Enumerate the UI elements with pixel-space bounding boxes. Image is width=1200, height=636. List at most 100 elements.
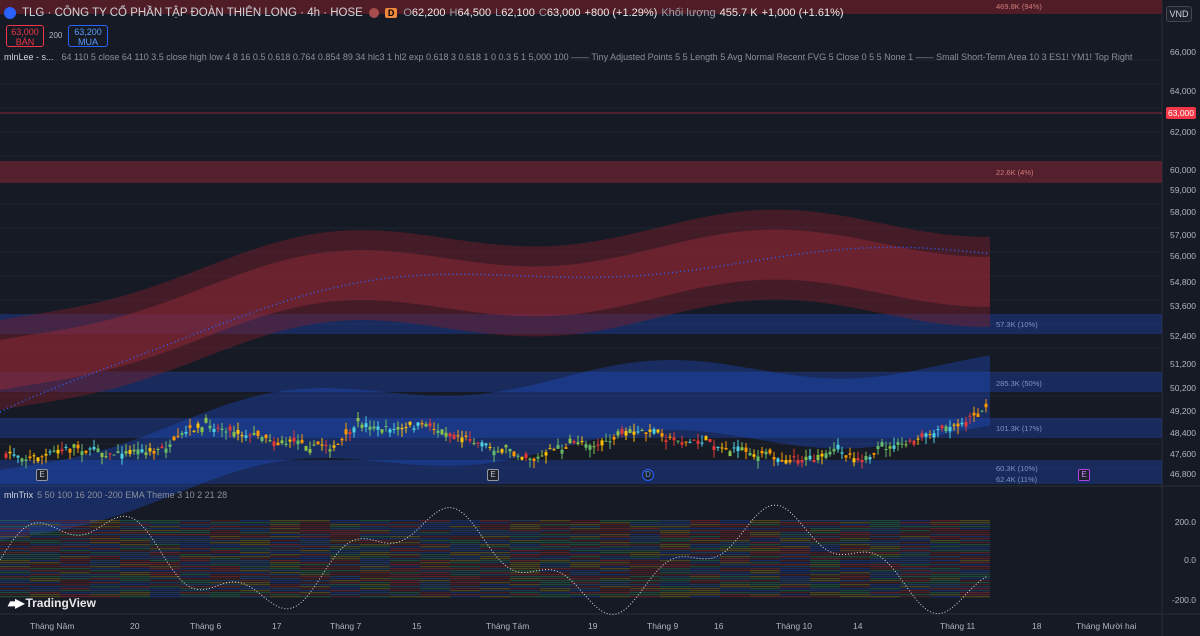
- trix-heat-cell: [0, 558, 30, 560]
- candle-body: [380, 429, 384, 433]
- trix-heat-cell: [720, 536, 750, 538]
- trix-heat-cell: [360, 542, 390, 544]
- trix-heat-cell: [450, 550, 480, 552]
- trix-heat-cell: [870, 530, 900, 532]
- trix-heat-cell: [330, 548, 360, 550]
- trix-heat-cell: [540, 558, 570, 560]
- candle-body: [880, 442, 884, 447]
- candle-body: [844, 455, 848, 458]
- trix-heat-cell: [120, 594, 150, 596]
- trix-heat-cell: [810, 594, 840, 596]
- trix-heat-cell: [570, 566, 600, 568]
- trix-heat-cell: [540, 590, 570, 592]
- trix-heat-cell: [810, 534, 840, 536]
- trix-heat-cell: [510, 550, 540, 552]
- trix-heat-cell: [690, 590, 720, 592]
- time-tick-label: Tháng 9: [647, 621, 679, 631]
- trix-heat-cell: [390, 540, 420, 542]
- tradingview-logo[interactable]: ▰▶ TradingView: [8, 596, 96, 610]
- trix-heat-cell: [630, 552, 660, 554]
- trix-heat-cell: [510, 538, 540, 540]
- trix-heat-cell: [720, 542, 750, 544]
- trix-heat-cell: [960, 594, 990, 596]
- trix-heat-cell: [0, 548, 30, 550]
- trix-heat-cell: [30, 572, 60, 574]
- trix-heat-cell: [780, 592, 810, 594]
- candle-body: [16, 455, 20, 458]
- trix-heat-cell: [570, 590, 600, 592]
- earnings-badge[interactable]: E: [36, 469, 48, 481]
- symbol-title[interactable]: TLG · CÔNG TY CỔ PHẦN TẬP ĐOÀN THIÊN LON…: [22, 7, 363, 19]
- trix-heat-cell: [30, 520, 60, 522]
- trix-heat-cell: [630, 526, 660, 528]
- trix-heat-cell: [900, 586, 930, 588]
- trix-heat-cell: [420, 556, 450, 558]
- trix-heat-cell: [750, 572, 780, 574]
- price-tick-label: 54,800: [1170, 277, 1196, 287]
- trix-heat-cell: [210, 568, 240, 570]
- candle-body: [948, 426, 952, 432]
- trix-heat-cell: [900, 554, 930, 556]
- indicator-legend-trix[interactable]: mlnTrix 5 50 100 16 200 -200 EMA Theme 3 …: [4, 490, 227, 500]
- trix-heat-cell: [270, 542, 300, 544]
- indicator-legend-mlnlee[interactable]: mlnLee - s... 64 110 5 close 64 110 3.5 c…: [4, 52, 1134, 62]
- trix-heat-cell: [630, 554, 660, 556]
- trix-heat-cell: [420, 542, 450, 544]
- trix-heat-cell: [720, 578, 750, 580]
- trix-heat-cell: [330, 588, 360, 590]
- candle-body: [780, 460, 784, 462]
- trix-heat-cell: [690, 524, 720, 526]
- trix-heat-cell: [660, 564, 690, 566]
- currency-selector[interactable]: VND: [1166, 6, 1192, 22]
- trix-heat-cell: [270, 580, 300, 582]
- candle-body: [260, 437, 264, 441]
- dividend-badge[interactable]: D: [384, 8, 398, 18]
- dividend-badge[interactable]: D: [642, 469, 654, 481]
- trix-heat-cell: [810, 522, 840, 524]
- trix-heat-cell: [660, 524, 690, 526]
- buy-button[interactable]: 63,200 MUA: [68, 25, 108, 47]
- trix-heat-cell: [90, 562, 120, 564]
- trix-heat-cell: [0, 542, 30, 544]
- price-chart-canvas[interactable]: [0, 0, 1200, 636]
- trix-heat-cell: [960, 538, 990, 540]
- earnings-badge[interactable]: E: [487, 469, 499, 481]
- time-tick-label: 19: [588, 621, 598, 631]
- trix-heat-cell: [750, 560, 780, 562]
- trix-heat-cell: [420, 540, 450, 542]
- trix-heat-cell: [30, 538, 60, 540]
- chart-area[interactable]: [0, 0, 1200, 636]
- time-tick-label: Tháng Mười hai: [1076, 621, 1137, 631]
- eye-icon[interactable]: [368, 8, 379, 18]
- candle-body: [876, 445, 880, 450]
- trix-heat-cell: [0, 552, 30, 554]
- trix-heat-cell: [210, 594, 240, 596]
- candle-body: [896, 442, 900, 445]
- candle-body: [176, 435, 180, 437]
- trix-heat-cell: [930, 588, 960, 590]
- trix-heat-cell: [330, 528, 360, 530]
- trix-heat-cell: [630, 566, 660, 568]
- earnings-badge[interactable]: E: [1078, 469, 1090, 481]
- candle-body: [900, 443, 904, 445]
- trix-heat-cell: [90, 540, 120, 542]
- trix-heat-cell: [810, 556, 840, 558]
- trix-heat-cell: [210, 544, 240, 546]
- trix-heat-cell: [90, 552, 120, 554]
- trix-heat-cell: [900, 542, 930, 544]
- trix-heat-cell: [540, 576, 570, 578]
- trix-heat-cell: [360, 576, 390, 578]
- trix-heat-cell: [780, 564, 810, 566]
- trix-heat-cell: [270, 560, 300, 562]
- trix-heat-cell: [900, 520, 930, 522]
- candle-body: [32, 455, 36, 457]
- trix-heat-cell: [90, 570, 120, 572]
- trix-heat-cell: [600, 584, 630, 586]
- sell-button[interactable]: 63,000 BÁN: [6, 25, 44, 47]
- trix-heat-cell: [300, 590, 330, 592]
- trix-heat-cell: [720, 562, 750, 564]
- trix-heat-cell: [630, 570, 660, 572]
- trix-heat-cell: [870, 550, 900, 552]
- trix-heat-cell: [390, 526, 420, 528]
- price-tick-label: 58,000: [1170, 207, 1196, 217]
